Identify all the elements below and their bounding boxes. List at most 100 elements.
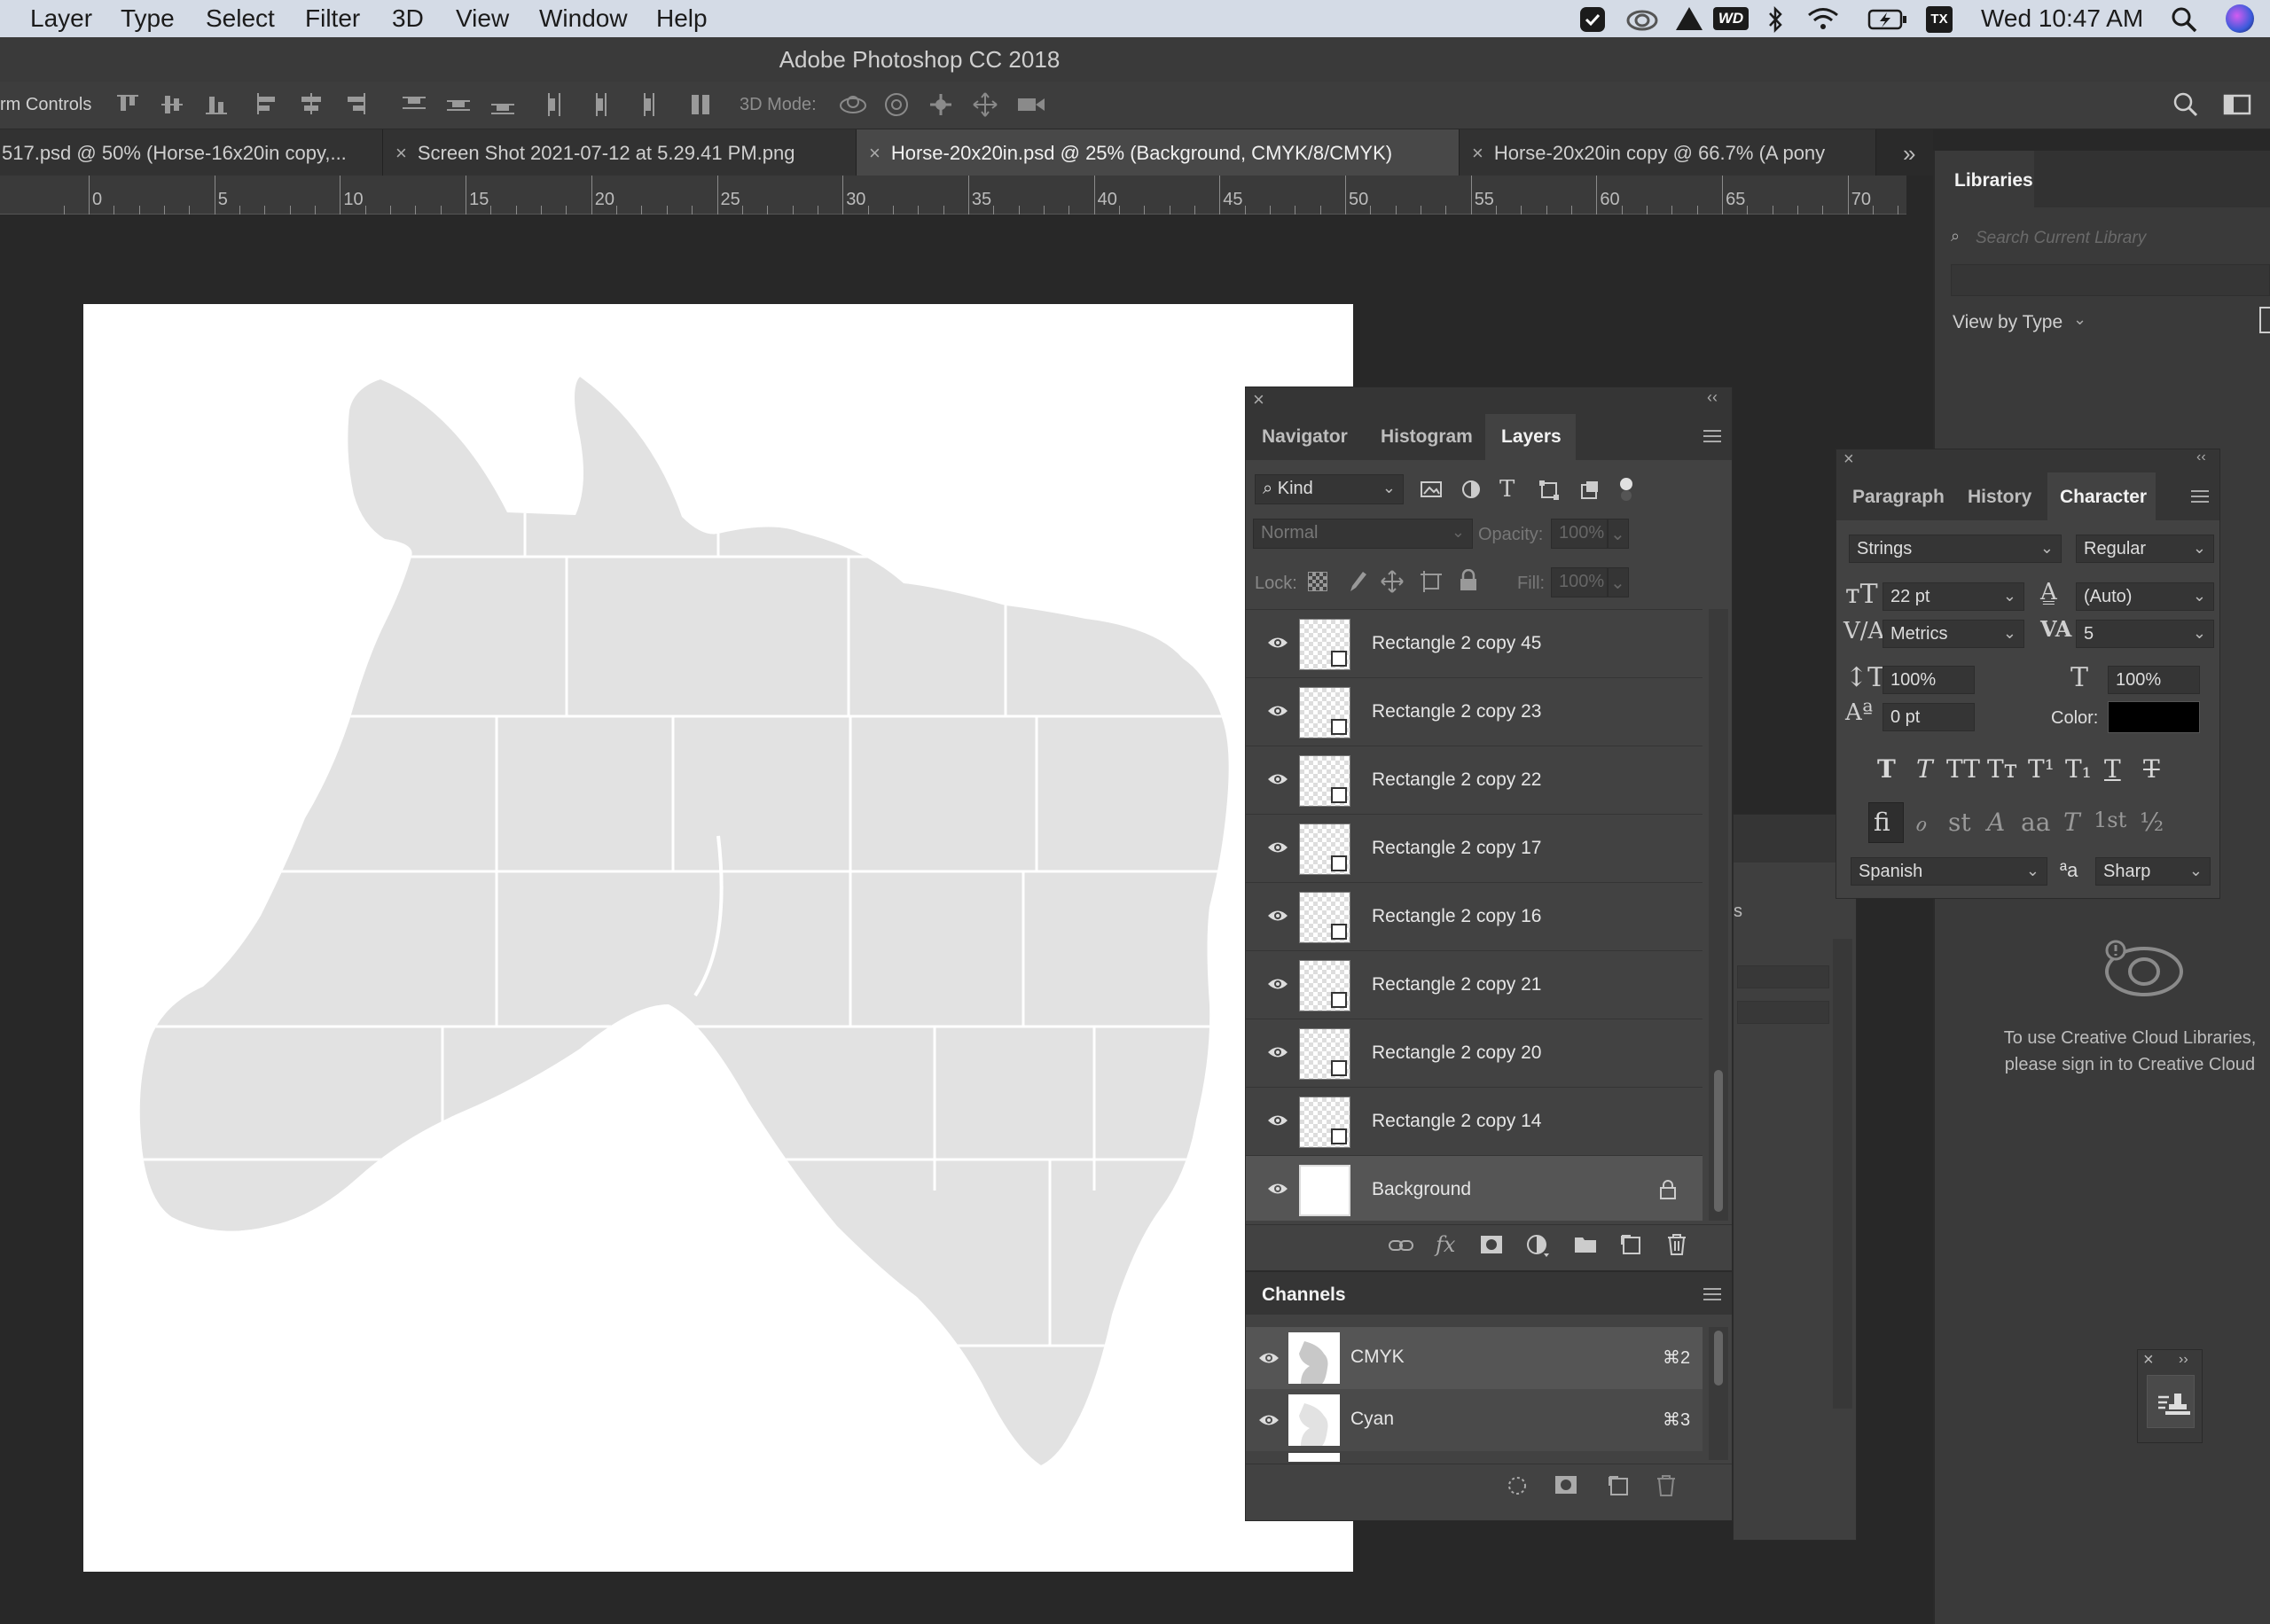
filter-shape-icon[interactable] xyxy=(1538,480,1560,501)
distribute-vcenter-icon[interactable] xyxy=(445,91,472,118)
close-icon[interactable]: × xyxy=(1843,449,1854,470)
menu-help[interactable]: Help xyxy=(656,4,708,33)
filter-pixel-icon[interactable] xyxy=(1420,480,1443,499)
underline-button[interactable]: T xyxy=(2104,754,2121,784)
ordinals-button[interactable]: 1st xyxy=(2094,808,2126,832)
spotlight-icon[interactable] xyxy=(2171,6,2197,33)
roll-3d-icon[interactable] xyxy=(883,91,910,118)
collapse-icon[interactable]: ‹‹ xyxy=(1707,388,1718,407)
discretionary-ligatures-button[interactable]: st xyxy=(1948,808,1971,837)
close-icon[interactable]: × xyxy=(2143,1350,2154,1370)
expand-icon[interactable]: ›› xyxy=(2179,1352,2188,1368)
layer-name[interactable]: Rectangle 2 copy 22 xyxy=(1372,769,1541,791)
small-caps-button[interactable]: Tт xyxy=(1987,754,2017,784)
mini-tool-button[interactable] xyxy=(2147,1375,2195,1428)
bluetooth-icon[interactable] xyxy=(1766,5,1784,34)
layer-name[interactable]: Rectangle 2 copy 16 xyxy=(1372,906,1541,927)
layer-name[interactable]: Background xyxy=(1372,1179,1471,1200)
add-mask-icon[interactable] xyxy=(1480,1234,1503,1255)
layer-name[interactable]: Rectangle 2 copy 45 xyxy=(1372,633,1541,654)
layer-row[interactable]: Rectangle 2 copy 16 xyxy=(1246,883,1702,951)
blend-mode-select[interactable]: Normal ⌄ xyxy=(1253,519,1473,549)
visibility-eye-icon[interactable] xyxy=(1258,1412,1280,1428)
layer-row[interactable]: Rectangle 2 copy 45 xyxy=(1246,610,1702,678)
layer-row[interactable]: Rectangle 2 copy 17 xyxy=(1246,815,1702,883)
load-selection-icon[interactable] xyxy=(1507,1475,1528,1496)
battery-icon[interactable] xyxy=(1867,8,1908,31)
align-top-icon[interactable] xyxy=(115,91,142,118)
visibility-eye-icon[interactable] xyxy=(1267,1044,1288,1060)
layer-name[interactable]: Rectangle 2 copy 17 xyxy=(1372,838,1541,859)
tab-channels[interactable]: Channels xyxy=(1262,1284,1346,1306)
tabs-overflow-icon[interactable]: » xyxy=(1903,140,1915,168)
scale-3d-icon[interactable] xyxy=(1014,91,1046,118)
slide-3d-icon[interactable] xyxy=(972,91,998,118)
align-hcenter-icon[interactable] xyxy=(298,91,325,118)
antialias-select[interactable]: Sharp ⌄ xyxy=(2095,857,2211,886)
lock-pixels-icon[interactable] xyxy=(1345,570,1366,593)
superscript-button[interactable]: T¹ xyxy=(2028,754,2055,784)
filter-toggle-icon[interactable] xyxy=(1618,476,1634,503)
tab-histogram[interactable]: Histogram xyxy=(1381,426,1473,448)
vertical-scale-input[interactable]: 100% xyxy=(1883,666,1975,694)
wd-icon[interactable]: WD xyxy=(1713,7,1749,30)
faux-bold-button[interactable]: T xyxy=(1877,754,1896,784)
horizontal-scale-input[interactable]: 100% xyxy=(2108,666,2200,694)
pan-3d-icon[interactable] xyxy=(928,91,954,118)
filter-smart-object-icon[interactable] xyxy=(1579,480,1601,501)
tab-character[interactable]: Character xyxy=(2060,487,2147,508)
new-group-icon[interactable] xyxy=(1574,1234,1597,1253)
menu-view[interactable]: View xyxy=(456,4,509,33)
align-bottom-icon[interactable] xyxy=(204,91,231,118)
new-layer-icon[interactable] xyxy=(1620,1234,1641,1255)
all-caps-button[interactable]: TT xyxy=(1946,754,1980,784)
swash-button[interactable]: A xyxy=(1987,808,2005,837)
font-size-select[interactable]: 22 pt ⌄ xyxy=(1883,582,2024,611)
library-select[interactable] xyxy=(1951,264,2270,296)
collapse-icon[interactable]: ‹‹ xyxy=(2196,449,2206,465)
tab-history[interactable]: History xyxy=(1968,487,2031,508)
save-selection-icon[interactable] xyxy=(1554,1475,1577,1495)
align-left-icon[interactable] xyxy=(254,91,280,118)
library-search[interactable]: ⌕ Search Current Library xyxy=(1951,220,2270,259)
layer-name[interactable]: Rectangle 2 copy 23 xyxy=(1372,701,1541,722)
strikethrough-button[interactable]: T xyxy=(2143,754,2160,784)
layer-row[interactable]: Rectangle 2 copy 20 xyxy=(1246,1019,1702,1088)
lock-all-icon[interactable] xyxy=(1459,569,1478,592)
delete-channel-icon[interactable] xyxy=(1656,1474,1677,1497)
visibility-eye-icon[interactable] xyxy=(1267,1113,1288,1128)
tab-navigator[interactable]: Navigator xyxy=(1262,426,1348,448)
visibility-eye-icon[interactable] xyxy=(1267,976,1288,992)
tab-document-1[interactable]: 517.psd @ 50% (Horse-16x20in copy,... xyxy=(0,129,383,176)
layer-name[interactable]: Rectangle 2 copy 21 xyxy=(1372,974,1541,995)
wifi-icon[interactable] xyxy=(1805,5,1841,32)
layer-row[interactable]: Rectangle 2 copy 22 xyxy=(1246,746,1702,815)
visibility-eye-icon[interactable] xyxy=(1267,703,1288,719)
fractions-button[interactable]: ½ xyxy=(2140,808,2164,837)
panel-menu-icon[interactable] xyxy=(1703,1288,1721,1300)
menu-window[interactable]: Window xyxy=(539,4,628,33)
close-icon[interactable]: × xyxy=(869,142,881,165)
opacity-input[interactable]: 100% xyxy=(1551,519,1608,549)
lock-artboard-icon[interactable] xyxy=(1420,570,1443,593)
menu-layer[interactable]: Layer xyxy=(30,4,92,33)
menu-filter[interactable]: Filter xyxy=(305,4,360,33)
drive-icon[interactable] xyxy=(1674,5,1704,32)
tx-icon[interactable]: TX xyxy=(1926,6,1953,33)
font-style-select[interactable]: Regular ⌄ xyxy=(2076,535,2214,563)
layer-row-background[interactable]: Background xyxy=(1246,1156,1702,1221)
titling-alternates-button[interactable]: T xyxy=(2063,808,2080,837)
ligatures-button[interactable]: ﬁ xyxy=(1874,808,1890,837)
tracking-select[interactable]: 5 ⌄ xyxy=(2076,620,2214,648)
layer-row[interactable]: Rectangle 2 copy 14 xyxy=(1246,1088,1702,1156)
clock[interactable]: Wed 10:47 AM xyxy=(1981,4,2143,33)
fill-dropdown[interactable]: ⌄ xyxy=(1608,567,1629,597)
siri-icon[interactable] xyxy=(2226,4,2254,33)
distribute-left-icon[interactable] xyxy=(543,91,569,118)
faux-italic-button[interactable]: T xyxy=(1916,754,1933,784)
channel-list-scrollbar[interactable] xyxy=(1709,1327,1728,1460)
tab-libraries[interactable]: Libraries xyxy=(1954,170,2033,191)
layer-name[interactable]: Rectangle 2 copy 14 xyxy=(1372,1111,1541,1132)
creative-cloud-icon[interactable] xyxy=(1624,7,1660,32)
close-icon[interactable]: × xyxy=(1253,388,1264,411)
